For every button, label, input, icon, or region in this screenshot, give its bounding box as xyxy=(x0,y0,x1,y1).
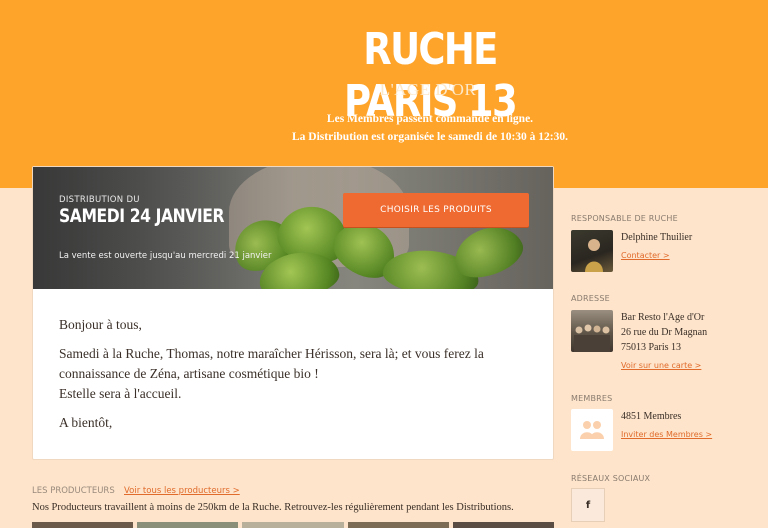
venue-photo xyxy=(571,310,613,352)
producer-photo-strip xyxy=(32,522,555,528)
message-line: connaissance de Zéna, artisane cosmétiqu… xyxy=(59,366,319,381)
address-block: Bar Resto l'Age d'Or 26 rue du Dr Magnan… xyxy=(621,310,707,355)
producers-heading: LES PRODUCTEURS xyxy=(32,486,115,496)
invite-members-link[interactable]: Inviter des Membres > xyxy=(621,430,712,439)
manager-avatar xyxy=(571,230,613,272)
distribution-label: DISTRIBUTION DU xyxy=(59,195,140,205)
person-icon xyxy=(585,239,603,272)
tagline-line: Les Membres passent commande en ligne. xyxy=(326,113,534,125)
manager-name: Delphine Thuilier xyxy=(621,232,693,243)
distribution-date: SAMEDI 24 JANVIER xyxy=(59,205,225,227)
address-line: 26 rue du Dr Magnan xyxy=(621,327,708,338)
members-heading: MEMBRES xyxy=(571,394,613,403)
banner-shade xyxy=(33,167,553,289)
producer-photo[interactable] xyxy=(242,522,344,528)
message-line: Estelle sera à l'accueil. xyxy=(59,386,182,401)
map-link[interactable]: Voir sur une carte > xyxy=(621,361,701,370)
address-line: 75013 Paris 13 xyxy=(621,342,681,353)
facebook-icon[interactable]: f xyxy=(571,488,605,522)
choose-products-button[interactable]: CHOISIR LES PRODUITS xyxy=(343,193,529,227)
message-closing: A bientôt, xyxy=(59,415,113,430)
message-line: Samedi à la Ruche, Thomas, notre maraîch… xyxy=(59,346,484,361)
tagline-line: La Distribution est organisée le samedi … xyxy=(292,131,568,143)
distribution-message: Bonjour à tous, Samedi à la Ruche, Thoma… xyxy=(59,315,539,442)
members-count: 4851 Membres xyxy=(621,411,682,422)
group-photo-icon xyxy=(574,324,610,352)
distribution-banner: DISTRIBUTION DU SAMEDI 24 JANVIER La ven… xyxy=(33,167,553,289)
address-heading: ADRESSE xyxy=(571,294,610,303)
producer-photo[interactable] xyxy=(32,522,134,528)
sale-notice: La vente est ouverte jusqu'au mercredi 2… xyxy=(59,251,272,261)
hive-subtitle: L'AGE D'OR xyxy=(379,80,477,99)
address-line: Bar Resto l'Age d'Or xyxy=(621,312,705,323)
message-greeting: Bonjour à tous, xyxy=(59,317,142,332)
contact-link[interactable]: Contacter > xyxy=(621,251,670,260)
producer-photo[interactable] xyxy=(137,522,239,528)
producer-photo[interactable] xyxy=(452,522,555,528)
see-all-producers-link[interactable]: Voir tous les producteurs > xyxy=(124,486,240,496)
distribution-card: DISTRIBUTION DU SAMEDI 24 JANVIER La ven… xyxy=(32,166,554,460)
members-icon xyxy=(580,421,604,439)
tagline: Les Membres passent commande en ligne. L… xyxy=(240,110,620,146)
social-heading: RÉSEAUX SOCIAUX xyxy=(571,474,651,483)
producers-description: Nos Producteurs travaillent à moins de 2… xyxy=(32,502,514,513)
members-icon-box xyxy=(571,409,613,451)
producer-photo[interactable] xyxy=(347,522,449,528)
manager-heading: RESPONSABLE DE RUCHE xyxy=(571,214,678,223)
